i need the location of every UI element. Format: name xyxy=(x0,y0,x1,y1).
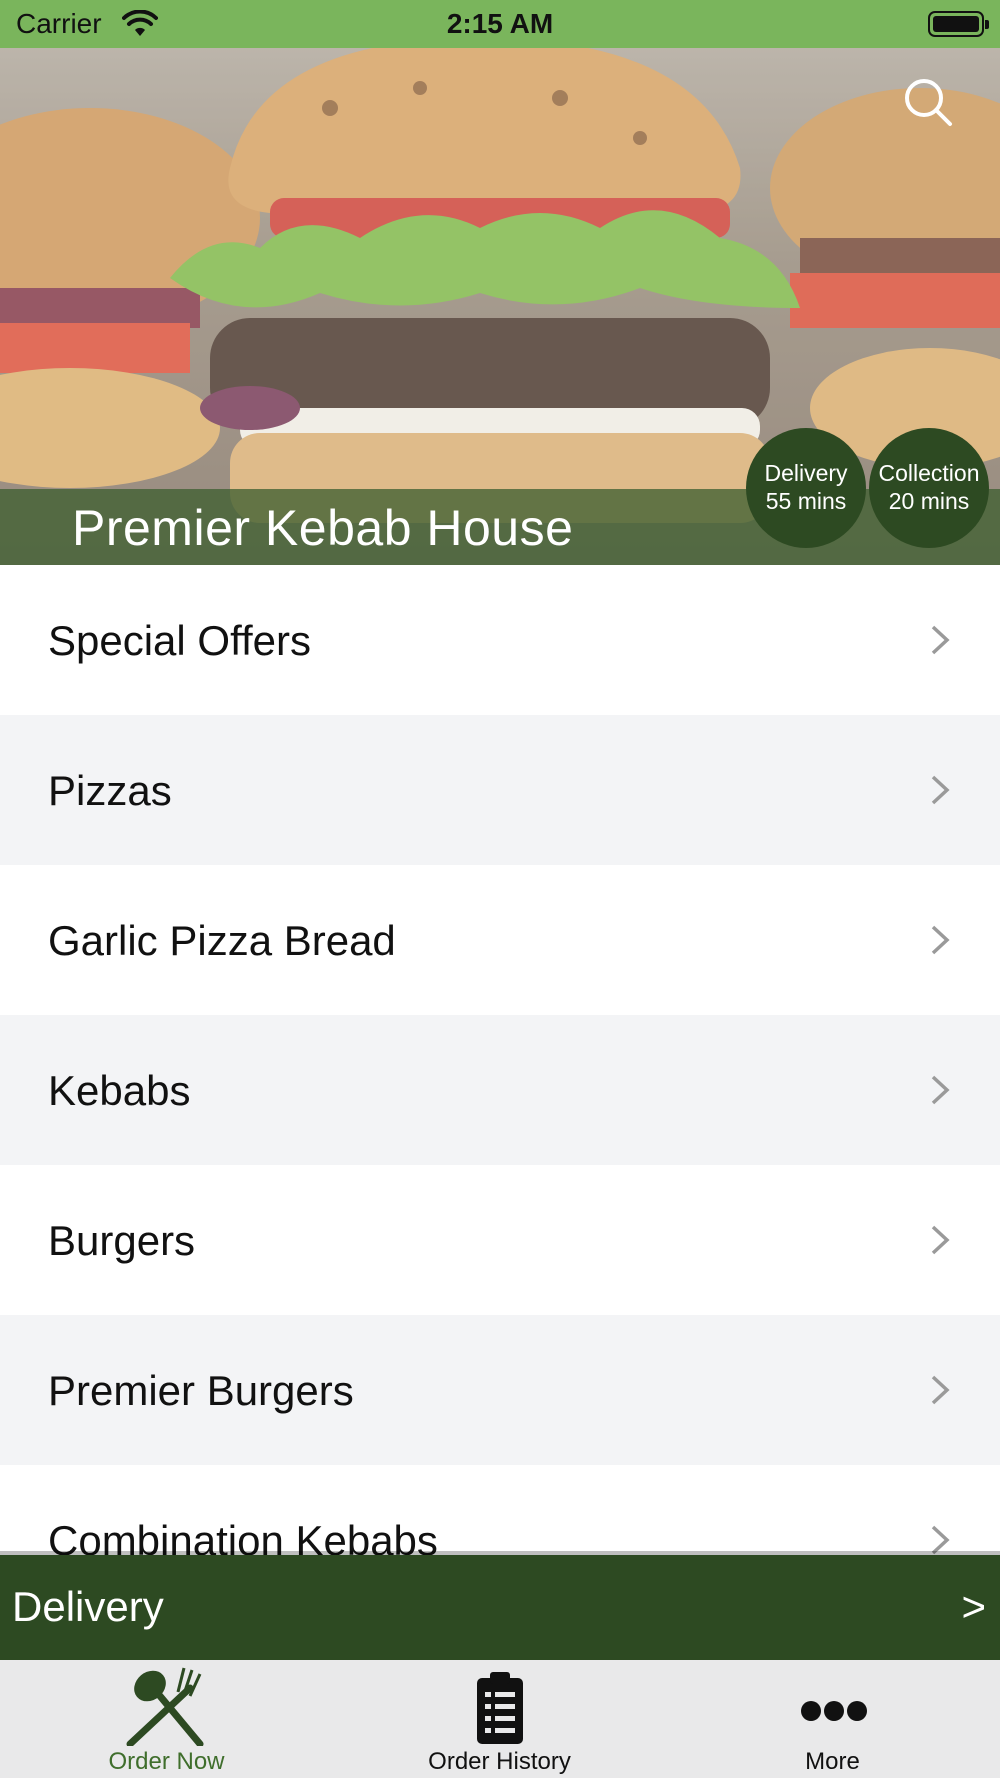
chevron-right-icon xyxy=(931,775,950,805)
menu-item-label: Combination Kebabs xyxy=(48,1517,438,1555)
menu-category-list: Special Offers Pizzas Garlic Pizza Bread… xyxy=(0,565,1000,1555)
tab-label: Order Now xyxy=(108,1748,225,1775)
status-bar: Carrier 2:15 AM xyxy=(0,0,1000,48)
tab-more[interactable]: More xyxy=(666,1660,999,1778)
delivery-mode-bar[interactable]: Delivery > xyxy=(0,1551,1000,1660)
menu-item-burgers[interactable]: Burgers xyxy=(0,1165,1000,1315)
menu-item-garlic-pizza-bread[interactable]: Garlic Pizza Bread xyxy=(0,865,1000,1015)
menu-item-label: Garlic Pizza Bread xyxy=(48,917,396,964)
chevron-right-icon xyxy=(931,625,950,655)
chevron-right-icon xyxy=(931,925,950,955)
tab-order-history[interactable]: Order History xyxy=(333,1660,666,1778)
tab-label: Order History xyxy=(428,1748,571,1775)
collection-badge-label: Collection xyxy=(878,460,980,486)
clock: 2:15 AM xyxy=(446,8,554,39)
delivery-badge-label: Delivery xyxy=(764,460,848,486)
menu-item-combination-kebabs[interactable]: Combination Kebabs xyxy=(0,1465,1000,1555)
menu-item-label: Burgers xyxy=(48,1217,196,1264)
menu-item-special-offers[interactable]: Special Offers xyxy=(0,565,1000,715)
search-icon[interactable] xyxy=(900,74,956,130)
menu-item-pizzas[interactable]: Pizzas xyxy=(0,715,1000,865)
more-dots-icon xyxy=(801,1701,867,1721)
chevron-right-icon xyxy=(931,1075,950,1105)
collection-badge-time: 20 mins xyxy=(888,488,970,514)
menu-item-label: Pizzas xyxy=(48,767,172,814)
delivery-time-badge: Delivery 55 mins xyxy=(746,428,866,548)
menu-item-label: Special Offers xyxy=(48,617,312,664)
battery-icon xyxy=(928,11,989,37)
bottom-tab-bar: Order Now Order History More xyxy=(0,1660,1000,1778)
delivery-badge-time: 55 mins xyxy=(765,488,847,514)
delivery-mode-label: Delivery xyxy=(12,1583,164,1630)
clipboard-list-icon xyxy=(477,1672,523,1744)
menu-item-kebabs[interactable]: Kebabs xyxy=(0,1015,1000,1165)
tab-order-now[interactable]: Order Now xyxy=(0,1660,333,1778)
tab-label: More xyxy=(805,1748,860,1775)
delivery-mode-arrow-icon: > xyxy=(961,1583,986,1630)
menu-item-label: Kebabs xyxy=(48,1067,191,1114)
fork-knife-icon xyxy=(126,1667,204,1746)
menu-item-premier-burgers[interactable]: Premier Burgers xyxy=(0,1315,1000,1465)
chevron-right-icon xyxy=(931,1225,950,1255)
chevron-right-icon xyxy=(931,1375,950,1405)
collection-time-badge: Collection 20 mins xyxy=(869,428,989,548)
restaurant-name: Premier Kebab House xyxy=(72,500,574,556)
menu-item-label: Premier Burgers xyxy=(48,1367,354,1414)
hero-banner: Premier Kebab House Delivery 55 mins Col… xyxy=(0,48,1000,565)
